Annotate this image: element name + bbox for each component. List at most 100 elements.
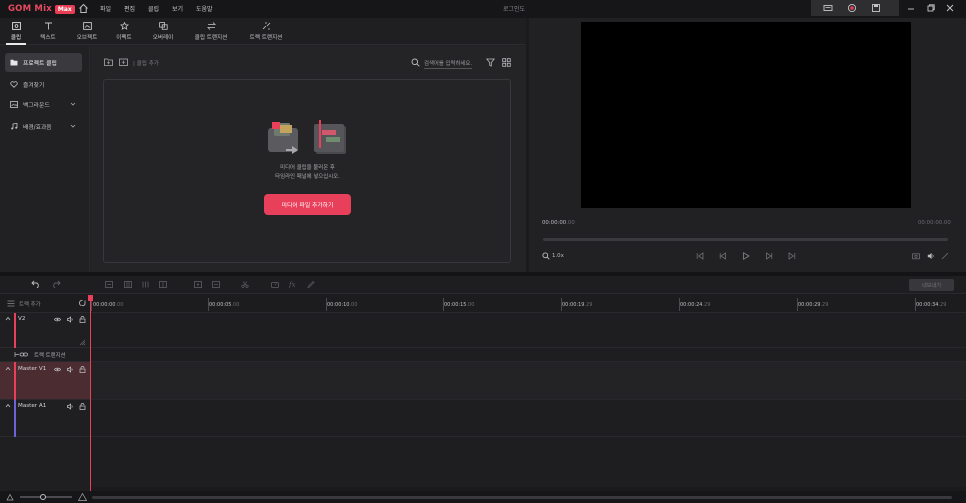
track-list-icon[interactable] — [7, 300, 15, 307]
track-lane-master-a1[interactable] — [91, 400, 966, 437]
track-lane-transition[interactable] — [91, 348, 966, 362]
home-icon[interactable] — [78, 3, 89, 14]
add-clip-label[interactable]: | 클립 추가 — [133, 59, 159, 67]
go-to-end-icon[interactable] — [788, 252, 796, 260]
timeline-zoom-handle[interactable] — [40, 494, 46, 500]
fx-icon[interactable]: fx — [289, 280, 298, 288]
collapse-track-icon[interactable] — [5, 403, 11, 408]
track-lane-v2[interactable] — [91, 313, 966, 348]
sidebar-item-project-clips[interactable]: 프로젝트 클립 — [5, 53, 82, 72]
zoom-icon[interactable] — [542, 252, 550, 260]
track-transition-icon — [262, 22, 270, 30]
speaker-icon[interactable] — [67, 403, 74, 410]
restore-icon[interactable] — [926, 3, 936, 13]
speed-icon[interactable] — [271, 281, 279, 288]
media-drop-zone[interactable] — [103, 79, 511, 263]
eye-icon[interactable] — [54, 316, 61, 323]
volume-slider-icon[interactable] — [941, 252, 949, 260]
volume-icon[interactable] — [927, 252, 935, 260]
add-folder-icon[interactable] — [104, 58, 113, 66]
zoom-in-icon[interactable] — [78, 493, 87, 501]
snapshot-icon[interactable] — [912, 252, 920, 260]
track-lane-master-v1[interactable] — [91, 362, 966, 400]
tick-main: 00:00:00 — [93, 302, 116, 308]
minimize-icon[interactable] — [906, 3, 916, 13]
search-icon[interactable] — [411, 58, 420, 67]
add-clip-icon[interactable] — [119, 58, 128, 66]
close-icon[interactable] — [945, 3, 955, 13]
add-media-file-button[interactable]: 미디어 파일 추가하기 — [264, 194, 351, 215]
timeline-horizontal-scrollbar[interactable] — [92, 496, 952, 499]
ruler-tick-label: 00:00:05.00 — [209, 302, 239, 308]
filter-icon[interactable] — [486, 58, 495, 67]
menu-clip[interactable]: 클립 — [148, 4, 159, 13]
record-icon[interactable] — [847, 3, 857, 13]
preview-screen[interactable] — [581, 22, 911, 208]
menu-view[interactable]: 보기 — [172, 4, 183, 13]
folder-icon — [10, 59, 18, 66]
tab-track-transition[interactable]: 트랙 트랜지션 — [243, 18, 289, 45]
menu-help[interactable]: 도움말 — [196, 4, 213, 13]
tab-clip[interactable]: 클립 — [4, 18, 28, 45]
preview-seek-bar[interactable] — [543, 238, 948, 241]
insert-clip-icon[interactable] — [194, 281, 202, 288]
preview-zoom-level[interactable]: 1.0x — [552, 253, 564, 259]
zoom-out-icon[interactable] — [6, 493, 14, 501]
save-icon[interactable] — [871, 3, 881, 13]
previous-frame-icon[interactable] — [719, 252, 727, 260]
split-clip-icon[interactable] — [105, 281, 113, 288]
menu-edit[interactable]: 편집 — [124, 4, 135, 13]
lock-icon[interactable] — [79, 403, 86, 410]
cut-icon[interactable] — [241, 281, 249, 288]
keyboard-icon[interactable] — [823, 3, 833, 13]
grid-view-icon[interactable] — [502, 58, 511, 67]
delete-clip-icon[interactable] — [212, 281, 220, 288]
export-button[interactable]: 내보내기 — [909, 279, 954, 291]
tab-text[interactable]: 텍스트 — [34, 18, 62, 45]
redo-icon[interactable] — [51, 280, 61, 288]
timeline-zoom-slider[interactable] — [20, 496, 72, 498]
go-to-start-icon[interactable] — [696, 252, 704, 260]
clip-properties-icon[interactable] — [159, 281, 167, 288]
speaker-icon[interactable] — [67, 366, 74, 373]
play-icon[interactable] — [742, 252, 750, 260]
collapse-track-icon[interactable] — [5, 366, 11, 371]
speaker-icon[interactable] — [67, 316, 74, 323]
playhead[interactable] — [90, 297, 91, 491]
tab-label: 트랙 트랜지션 — [249, 35, 283, 41]
collapse-track-icon[interactable] — [5, 316, 11, 321]
sidebar-item-label: 즐겨찾기 — [23, 83, 45, 89]
crop-clip-icon[interactable] — [142, 281, 150, 288]
tab-overlay[interactable]: 오버레이 — [147, 18, 179, 45]
svg-text:fx: fx — [289, 281, 296, 288]
sidebar-item-background[interactable]: 백그라운드 — [5, 95, 82, 114]
tick-main: 00:00:34 — [916, 302, 939, 308]
chevron-down-icon[interactable] — [70, 101, 76, 107]
tab-object[interactable]: 오브젝트 — [70, 18, 104, 45]
add-track-label[interactable]: 트랙 추가 — [19, 300, 41, 308]
playhead-handle[interactable] — [88, 295, 93, 301]
login-link[interactable]: 로그인도 — [503, 4, 525, 13]
tab-effect[interactable]: 이펙트 — [110, 18, 138, 45]
tab-clip-transition[interactable]: 클립 트랜지션 — [189, 18, 233, 45]
sidebar-item-favorites[interactable]: 즐겨찾기 — [5, 75, 82, 94]
eye-icon[interactable] — [54, 366, 61, 373]
object-icon — [82, 22, 92, 30]
current-timecode-main: 00:00:00 — [542, 220, 567, 226]
trim-clip-icon[interactable] — [124, 281, 132, 288]
lock-icon[interactable] — [79, 316, 86, 323]
logo-badge: Max — [54, 4, 75, 14]
tab-label: 클립 트랜지션 — [194, 35, 228, 41]
lock-icon[interactable] — [79, 366, 86, 373]
menu-file[interactable]: 파일 — [100, 4, 111, 13]
search-input[interactable]: 검색어를 입력하세요. — [424, 59, 473, 69]
chevron-down-icon[interactable] — [70, 123, 76, 129]
sidebar-item-bgm-sfx[interactable]: 배경/효과음 — [5, 117, 82, 136]
heart-icon — [10, 81, 18, 88]
magnet-snap-icon[interactable] — [79, 299, 87, 307]
resize-grip-icon[interactable] — [79, 339, 86, 346]
text-icon — [44, 22, 52, 30]
undo-icon[interactable] — [31, 280, 41, 288]
pen-icon[interactable] — [307, 281, 315, 288]
next-frame-icon[interactable] — [765, 252, 773, 260]
